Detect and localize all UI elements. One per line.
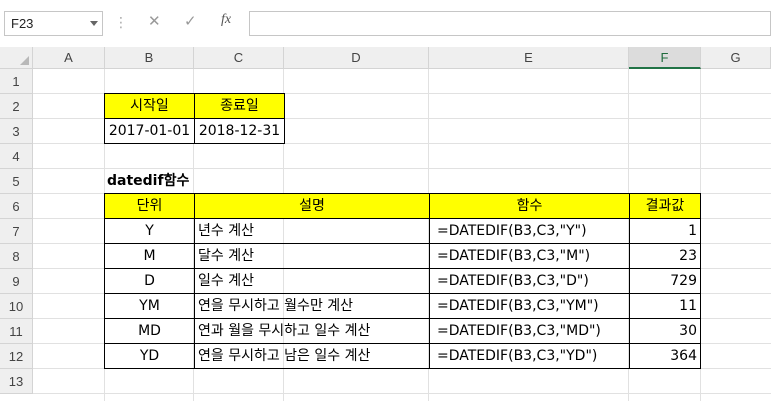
gridline — [33, 393, 771, 394]
cell-description[interactable]: 일수 계산 — [194, 268, 430, 294]
cell-description[interactable]: 달수 계산 — [194, 243, 430, 269]
cell-function[interactable]: =DATEDIF(B3,C3,"D") — [429, 268, 630, 294]
column-header-g[interactable]: G — [701, 47, 771, 69]
chevron-down-icon[interactable] — [90, 21, 98, 26]
cell-result[interactable]: 23 — [629, 243, 701, 269]
cell-result[interactable]: 364 — [629, 343, 701, 369]
cell-unit[interactable]: D — [104, 268, 195, 294]
cell-c3[interactable]: 2018-12-31 — [194, 118, 285, 144]
row-header-4[interactable]: 4 — [0, 144, 33, 169]
column-header-b[interactable]: B — [105, 47, 194, 69]
column-header-e[interactable]: E — [429, 47, 629, 69]
enter-icon[interactable]: ✓ — [184, 12, 197, 30]
cell-function[interactable]: =DATEDIF(B3,C3,"YM") — [429, 293, 630, 319]
cell-description[interactable]: 연을 무시하고 월수만 계산 — [194, 293, 430, 319]
column-header-d[interactable]: D — [284, 47, 429, 69]
column-header-c[interactable]: C — [194, 47, 284, 69]
formula-input[interactable] — [249, 11, 771, 36]
row-header-8[interactable]: 8 — [0, 244, 33, 269]
cell-function[interactable]: =DATEDIF(B3,C3,"MD") — [429, 318, 630, 344]
cell-c2[interactable]: 종료일 — [194, 93, 285, 119]
cell-result[interactable]: 1 — [629, 218, 701, 244]
cell-unit[interactable]: YD — [104, 343, 195, 369]
row-header-6[interactable]: 6 — [0, 194, 33, 219]
cell-b3[interactable]: 2017-01-01 — [104, 118, 195, 144]
row-header-7[interactable]: 7 — [0, 219, 33, 244]
row-header-1[interactable]: 1 — [0, 69, 33, 94]
column-header-a[interactable]: A — [33, 47, 105, 69]
cell-unit[interactable]: MD — [104, 318, 195, 344]
cancel-icon[interactable]: ✕ — [148, 12, 161, 30]
cell-unit[interactable]: M — [104, 243, 195, 269]
name-box[interactable]: F23 — [4, 11, 103, 36]
row-header-13[interactable]: 13 — [0, 369, 33, 394]
cell-result[interactable]: 11 — [629, 293, 701, 319]
cell-function[interactable]: =DATEDIF(B3,C3,"M") — [429, 243, 630, 269]
column-header-f[interactable]: F — [629, 47, 701, 69]
select-all-corner[interactable] — [0, 47, 33, 69]
table-header-unit[interactable]: 단위 — [104, 193, 195, 219]
row-header-3[interactable]: 3 — [0, 119, 33, 144]
table-header-description[interactable]: 설명 — [194, 193, 430, 219]
cell-unit[interactable]: Y — [104, 218, 195, 244]
grip-icon: ⋮ — [114, 15, 128, 31]
cell-b2[interactable]: 시작일 — [104, 93, 195, 119]
row-header-10[interactable]: 10 — [0, 294, 33, 319]
row-header-5[interactable]: 5 — [0, 169, 33, 194]
row-header-12[interactable]: 12 — [0, 344, 33, 369]
row-header-9[interactable]: 9 — [0, 269, 33, 294]
section-title[interactable]: datedif함수 — [104, 169, 264, 194]
cell-function[interactable]: =DATEDIF(B3,C3,"Y") — [429, 218, 630, 244]
row-header-11[interactable]: 11 — [0, 319, 33, 344]
formula-bar: F23 ⋮ ✕ ✓ fx — [0, 0, 771, 48]
cell-unit[interactable]: YM — [104, 293, 195, 319]
table-header-function[interactable]: 함수 — [429, 193, 630, 219]
cell-result[interactable]: 30 — [629, 318, 701, 344]
insert-function-icon[interactable]: fx — [221, 12, 231, 28]
cell-description[interactable]: 연과 월을 무시하고 일수 계산 — [194, 318, 430, 344]
cell-function[interactable]: =DATEDIF(B3,C3,"YD") — [429, 343, 630, 369]
table-header-result[interactable]: 결과값 — [629, 193, 701, 219]
cell-description[interactable]: 년수 계산 — [194, 218, 430, 244]
name-box-value: F23 — [11, 16, 34, 31]
row-header-2[interactable]: 2 — [0, 94, 33, 119]
cell-result[interactable]: 729 — [629, 268, 701, 294]
cell-description[interactable]: 연을 무시하고 남은 일수 계산 — [194, 343, 430, 369]
